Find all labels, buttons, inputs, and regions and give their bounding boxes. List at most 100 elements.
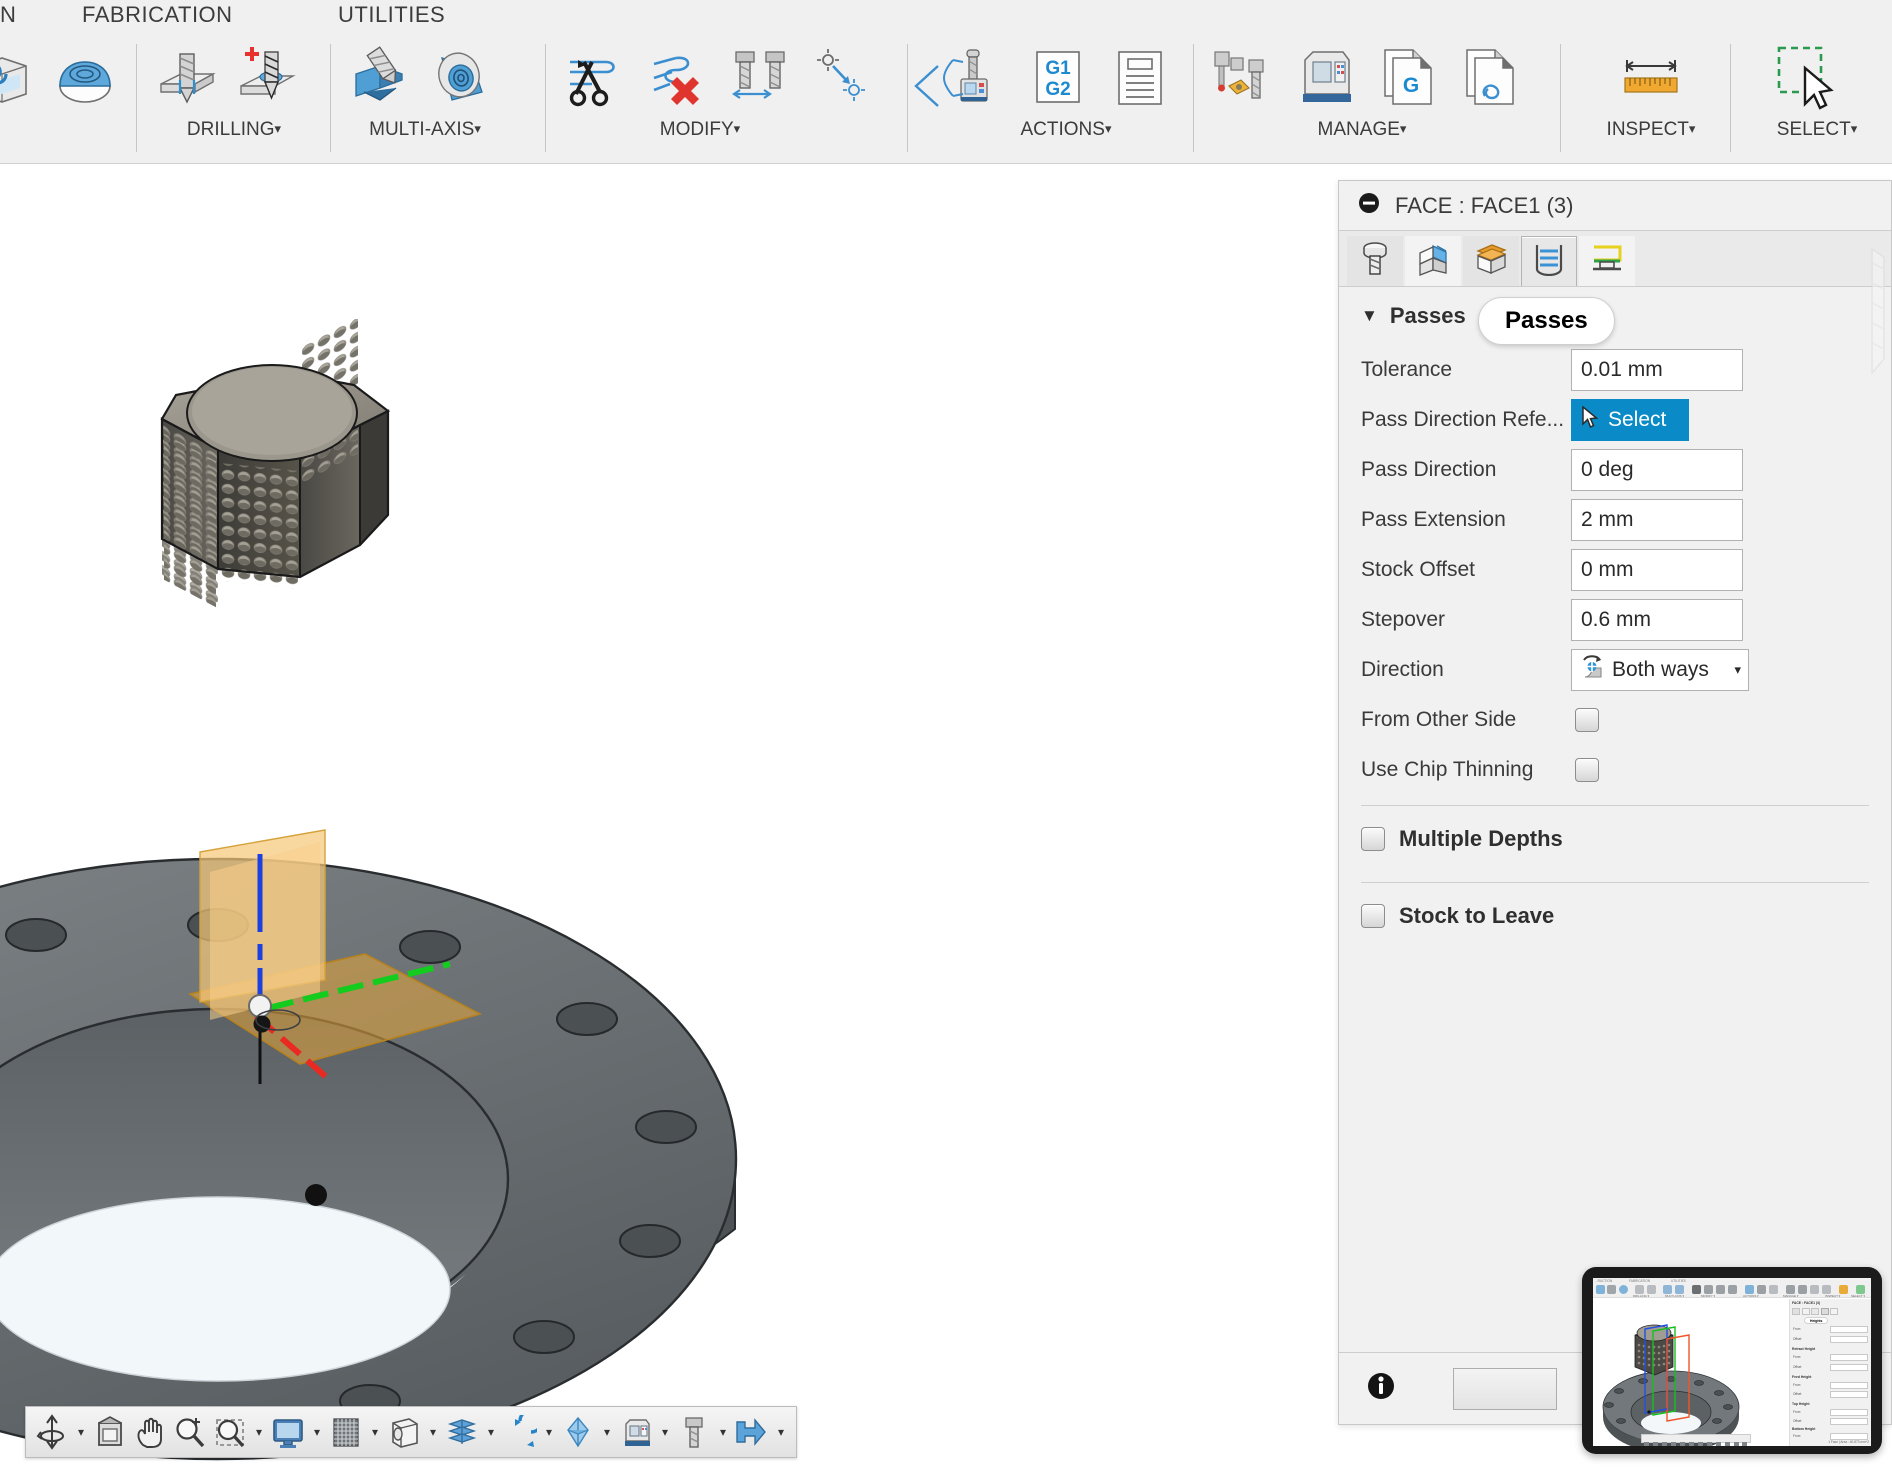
post-process-icon[interactable]: G [1367,40,1449,118]
orbit-icon[interactable] [32,1410,72,1454]
ribbon-group-manage-label[interactable]: MANAGE▾ [1203,119,1521,141]
stepover-input[interactable]: 0.6 mm [1571,599,1743,641]
operation-dialog[interactable]: FACE : FACE1 (3) ▼ Passes Tolerance 0.01… [1338,180,1892,1425]
group-stock-to-leave[interactable]: Stock to Leave [1339,883,1891,949]
pan-icon[interactable] [130,1410,170,1454]
nav-grid-snap[interactable]: ▾ [326,1408,384,1456]
grid-snap-icon[interactable] [326,1410,366,1454]
ribbon-group-multi-axis-text: MULTI-AXIS [369,119,475,140]
from-other-side-checkbox[interactable] [1575,708,1599,732]
tool-visibility-icon[interactable] [674,1410,714,1454]
machine-library-icon[interactable] [1285,40,1367,118]
ribbon-tab-fabrication[interactable]: FABRICATION [82,2,233,28]
zoom-window-icon[interactable] [210,1410,250,1454]
info-icon[interactable] [1365,1370,1397,1407]
multiple-depths-checkbox[interactable] [1361,827,1385,851]
octagonal-dimpled-part[interactable] [140,313,420,644]
zoom-icon[interactable] [170,1410,210,1454]
display-settings-icon[interactable] [268,1410,308,1454]
tab-geometry[interactable] [1405,236,1461,286]
align-points-icon[interactable] [802,40,884,118]
ok-button[interactable] [1453,1367,1557,1410]
pass-direction-input[interactable]: 0 deg [1571,449,1743,491]
chevron-down-icon: ▾ [474,121,481,136]
nav-viewports[interactable]: ▾ [384,1408,442,1456]
manual-ncode-icon[interactable] [1099,40,1181,118]
direction-dropdown[interactable]: Both ways ▾ [1571,649,1749,691]
tab-linking[interactable] [1579,236,1635,286]
ribbon-group-multi-axis-label[interactable]: MULTI-AXIS▾ [340,119,510,141]
ribbon-group-select-label[interactable]: SELECT▾ [1742,119,1892,141]
measure-icon[interactable] [1610,40,1692,118]
multi-axis-contour-icon[interactable] [422,40,504,118]
ribbon-group-inspect-label[interactable]: INSPECT▾ [1572,119,1730,141]
nav-orbit[interactable]: ▾ [32,1408,90,1456]
machine-view-icon[interactable] [616,1410,656,1454]
adaptive-3d-icon[interactable] [44,40,126,118]
g1-g2-icon[interactable]: G1 G2 [1017,40,1099,118]
ribbon-group-drilling-label[interactable]: DRILLING▾ [145,119,323,141]
simulate-icon[interactable] [500,1410,540,1454]
drill-icon[interactable] [149,40,231,118]
probe-icon[interactable] [935,40,1017,118]
chevron-down-icon[interactable]: ▾ [482,1425,500,1439]
screenshot-thumbnail[interactable]: ...RUCTION FABRICATION UTILITIES DRILLIN… [1582,1261,1892,1476]
stock-to-leave-checkbox[interactable] [1361,904,1385,928]
chevron-down-icon[interactable]: ▾ [714,1425,732,1439]
look-at-icon[interactable] [90,1410,130,1454]
ribbon-tab-manufacture[interactable]: N [0,2,16,28]
viewport-nav-bar[interactable]: ▾ ▾ ▾ ▾ ▾ ▾ ▾ ▾ ▾ ▾ ▾ [25,1406,797,1458]
group-header-passes[interactable]: ▼ Passes [1339,287,1891,345]
origin-triad[interactable] [150,664,570,1202]
probe-view-icon[interactable] [732,1410,772,1454]
viewports-icon[interactable] [384,1410,424,1454]
chevron-down-icon[interactable]: ▾ [772,1425,790,1439]
pocket-2d-icon[interactable] [0,40,44,118]
ribbon-tab-utilities[interactable]: UTILITIES [338,2,445,28]
nav-stock-visibility[interactable]: ▾ [442,1408,500,1456]
chevron-down-icon[interactable]: ▾ [72,1425,90,1439]
toolpath-visibility-icon[interactable] [558,1410,598,1454]
chevron-down-icon[interactable]: ▾ [540,1425,558,1439]
nav-zoom-window[interactable]: ▾ [210,1408,268,1456]
group-multiple-depths[interactable]: Multiple Depths [1339,806,1891,872]
stock-offset-input[interactable]: 0 mm [1571,549,1743,591]
ribbon-group-modify-label[interactable]: MODIFY▾ [556,119,844,141]
chevron-down-icon[interactable]: ▾ [366,1425,384,1439]
pass-extension-input[interactable]: 2 mm [1571,499,1743,541]
pass-direction-reference-select-button[interactable]: Select [1571,399,1689,441]
window-select-icon[interactable] [1764,40,1846,118]
tab-passes[interactable] [1521,236,1577,286]
swarf-icon[interactable] [340,40,422,118]
chevron-down-icon[interactable]: ▾ [656,1425,674,1439]
trim-toolpath-icon[interactable] [556,40,638,118]
ribbon-group-actions-label[interactable]: ACTIONS▾ [935,119,1197,141]
nav-look-at[interactable] [90,1408,130,1456]
chevron-down-icon[interactable]: ▾ [424,1425,442,1439]
nav-probe-view[interactable]: ▾ [732,1408,790,1456]
tool-library-icon[interactable] [1203,40,1285,118]
minus-circle-icon[interactable] [1357,191,1381,220]
nav-display-settings[interactable]: ▾ [268,1408,326,1456]
tolerance-input[interactable]: 0.01 mm [1571,349,1743,391]
3d-viewport[interactable]: ▾ ▾ ▾ ▾ ▾ ▾ ▾ ▾ ▾ ▾ ▾ [0,164,1338,1476]
nav-machine-view[interactable]: ▾ [616,1408,674,1456]
chevron-down-icon[interactable]: ▾ [598,1425,616,1439]
stock-visibility-icon[interactable] [442,1410,482,1454]
nav-toolpath-visibility[interactable]: ▾ [558,1408,616,1456]
ribbon-group-select-text: SELECT [1776,119,1851,140]
nav-tool-visibility[interactable]: ▾ [674,1408,732,1456]
delete-toolpath-icon[interactable] [638,40,720,118]
nav-pan[interactable] [130,1408,170,1456]
thread-mill-icon[interactable] [231,40,313,118]
nav-zoom[interactable] [170,1408,210,1456]
setup-sheet-icon[interactable] [1449,40,1531,118]
nav-simulate[interactable]: ▾ [500,1408,558,1456]
use-chip-thinning-checkbox[interactable] [1575,758,1599,782]
tab-tool[interactable] [1347,236,1403,286]
chevron-down-icon[interactable]: ▾ [250,1425,268,1439]
tab-heights[interactable] [1463,236,1519,286]
origin-lower-point [305,1184,327,1206]
tool-change-icon[interactable] [720,40,802,118]
chevron-down-icon[interactable]: ▾ [308,1425,326,1439]
